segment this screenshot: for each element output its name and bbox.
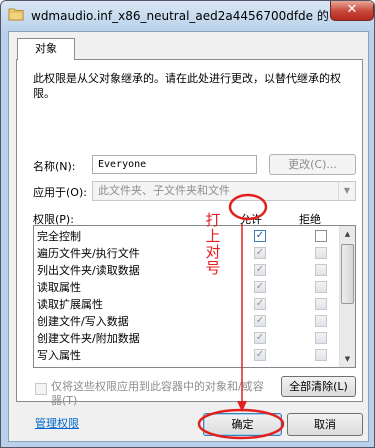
permission-row: 读取扩展属性 ✓ [34,295,340,312]
close-icon: ✕ [346,2,358,17]
apply-to-value: 此文件夹、子文件夹和文件 [98,184,230,197]
tab-object[interactable]: 对象 [17,38,75,60]
permission-name: 创建文件/写入数据 [37,315,129,328]
only-apply-label: 仅将这些权限应用到此容器中的对象和/或容器(T) [51,380,264,407]
cancel-button[interactable]: 取消 [287,413,363,436]
permission-row: 完全控制 ✓ [34,227,340,244]
apply-to-select[interactable]: 此文件夹、子文件夹和文件 ▼ [92,181,356,201]
allow-checkbox[interactable]: ✓ [254,332,266,344]
annotation-text: 打上对号 [205,211,221,277]
allow-checkbox[interactable]: ✓ [254,247,266,259]
description-text: 此权限是从父对象继承的。请在此处进行更改，以替代继承的权限。 [33,72,341,100]
permission-row: 写入属性 ✓ [34,346,340,363]
deny-checkbox[interactable] [315,315,327,327]
folder-icon [8,8,24,21]
permission-name: 遍历文件夹/执行文件 [37,247,140,260]
deny-checkbox[interactable] [315,230,327,242]
scroll-thumb[interactable] [341,244,354,304]
only-apply-checkbox[interactable] [35,383,47,395]
allow-checkbox[interactable]: ✓ [254,298,266,310]
change-button[interactable]: 更改(C)... [269,154,356,175]
permission-name: 写入属性 [37,349,81,362]
list-scrollbar[interactable]: ▲ ▼ [339,226,355,367]
permissions-list[interactable]: 完全控制 ✓ 遍历文件夹/执行文件 ✓ 列出文件夹/读取数据 ✓ 读取属性 ✓ 读取扩展属性 ✓ 创… [33,225,356,368]
name-label: 名称(N): [33,160,76,173]
allow-checkbox[interactable]: ✓ [254,315,266,327]
permission-row: 创建文件夹/附加数据 ✓ [34,329,340,346]
permission-entry-window: wdmaudio.inf_x86_neutral_aed2a4456700dfd… [0,0,375,448]
permission-row: 遍历文件夹/执行文件 ✓ [34,244,340,261]
permission-row: 创建文件/写入数据 ✓ [34,312,340,329]
permission-name: 读取扩展属性 [37,298,103,311]
close-button[interactable]: ✕ [330,1,374,21]
scroll-down-icon[interactable]: ▼ [340,351,355,367]
tab-panel: 此权限是从父对象继承的。请在此处进行更改，以替代继承的权限。 名称(N): Ev… [16,59,363,430]
dialog-client: 对象 此权限是从父对象继承的。请在此处进行更改，以替代继承的权限。 名称(N):… [8,31,369,442]
allow-checkbox[interactable]: ✓ [254,349,266,361]
window-title: wdmaudio.inf_x86_neutral_aed2a4456700dfd… [31,9,329,23]
apply-to-label: 应用于(O): [33,186,87,199]
clear-all-button[interactable]: 全部清除(L) [281,376,356,397]
allow-checkbox[interactable]: ✓ [254,230,266,242]
deny-checkbox[interactable] [315,332,327,344]
permission-row: 读取属性 ✓ [34,278,340,295]
allow-checkbox[interactable]: ✓ [254,281,266,293]
allow-checkbox[interactable]: ✓ [254,264,266,276]
title-bar[interactable]: wdmaudio.inf_x86_neutral_aed2a4456700dfd… [1,1,374,31]
chevron-down-icon: ▼ [338,182,355,200]
deny-checkbox[interactable] [315,281,327,293]
permission-name: 读取属性 [37,281,81,294]
name-field[interactable]: Everyone [92,155,257,174]
ok-button[interactable]: 确定 [203,413,282,436]
deny-checkbox[interactable] [315,247,327,259]
deny-checkbox[interactable] [315,298,327,310]
scroll-up-icon[interactable]: ▲ [340,226,355,242]
permission-name: 创建文件夹/附加数据 [37,332,140,345]
manage-permissions-link[interactable]: 管理权限 [35,415,79,431]
deny-checkbox[interactable] [315,349,327,361]
permission-row: 列出文件夹/读取数据 ✓ [34,261,340,278]
permission-name: 列出文件夹/读取数据 [37,264,140,277]
deny-checkbox[interactable] [315,264,327,276]
permission-name: 完全控制 [37,230,81,243]
